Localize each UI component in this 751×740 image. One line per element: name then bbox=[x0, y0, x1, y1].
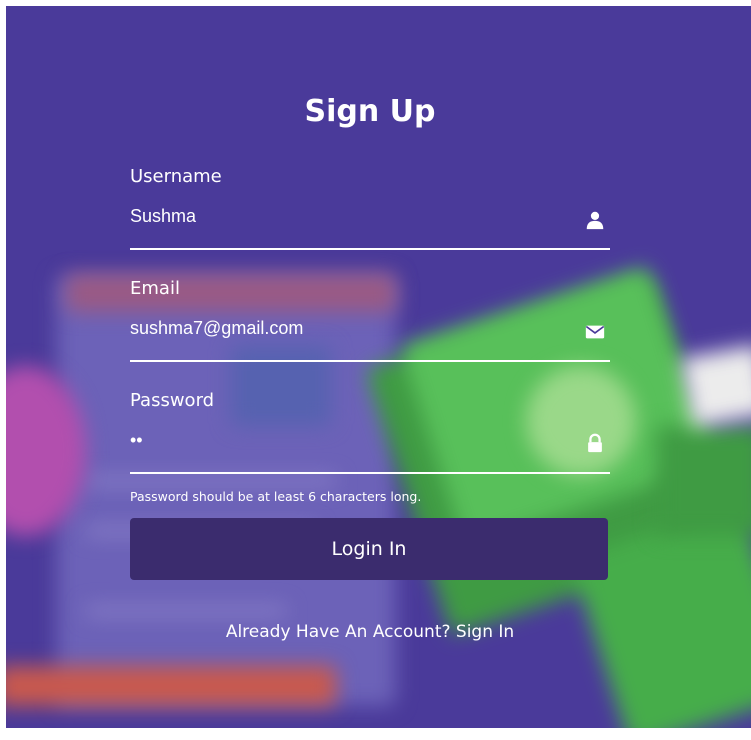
user-icon bbox=[586, 211, 604, 230]
email-underline bbox=[130, 360, 610, 362]
page-title: Sign Up bbox=[304, 94, 436, 129]
envelope-icon bbox=[585, 325, 605, 339]
email-label: Email bbox=[130, 278, 180, 299]
password-label: Password bbox=[130, 390, 215, 411]
sign-in-link[interactable]: Already Have An Account? Sign In bbox=[130, 622, 610, 642]
signup-screen: Sign Up Username Sushma Email sushma7@gm… bbox=[6, 6, 751, 728]
lock-icon bbox=[588, 433, 602, 453]
background-document-image bbox=[231, 346, 331, 426]
background-red-shape bbox=[6, 666, 336, 706]
login-button[interactable]: Login In bbox=[130, 518, 608, 580]
background-document-line bbox=[86, 606, 286, 616]
password-field[interactable]: •• bbox=[130, 430, 143, 451]
background-cash-edge bbox=[656, 426, 751, 536]
background-cash-emblem bbox=[526, 366, 636, 476]
password-hint: Password should be at least 6 characters… bbox=[130, 489, 422, 504]
username-field[interactable]: Sushma bbox=[130, 206, 196, 227]
password-underline bbox=[130, 472, 610, 474]
username-label: Username bbox=[130, 166, 222, 187]
background-document-line bbox=[86, 476, 336, 486]
background-white-card bbox=[680, 344, 751, 428]
email-field[interactable]: sushma7@gmail.com bbox=[130, 318, 303, 339]
background-document-header bbox=[66, 274, 396, 312]
username-underline bbox=[130, 248, 610, 250]
